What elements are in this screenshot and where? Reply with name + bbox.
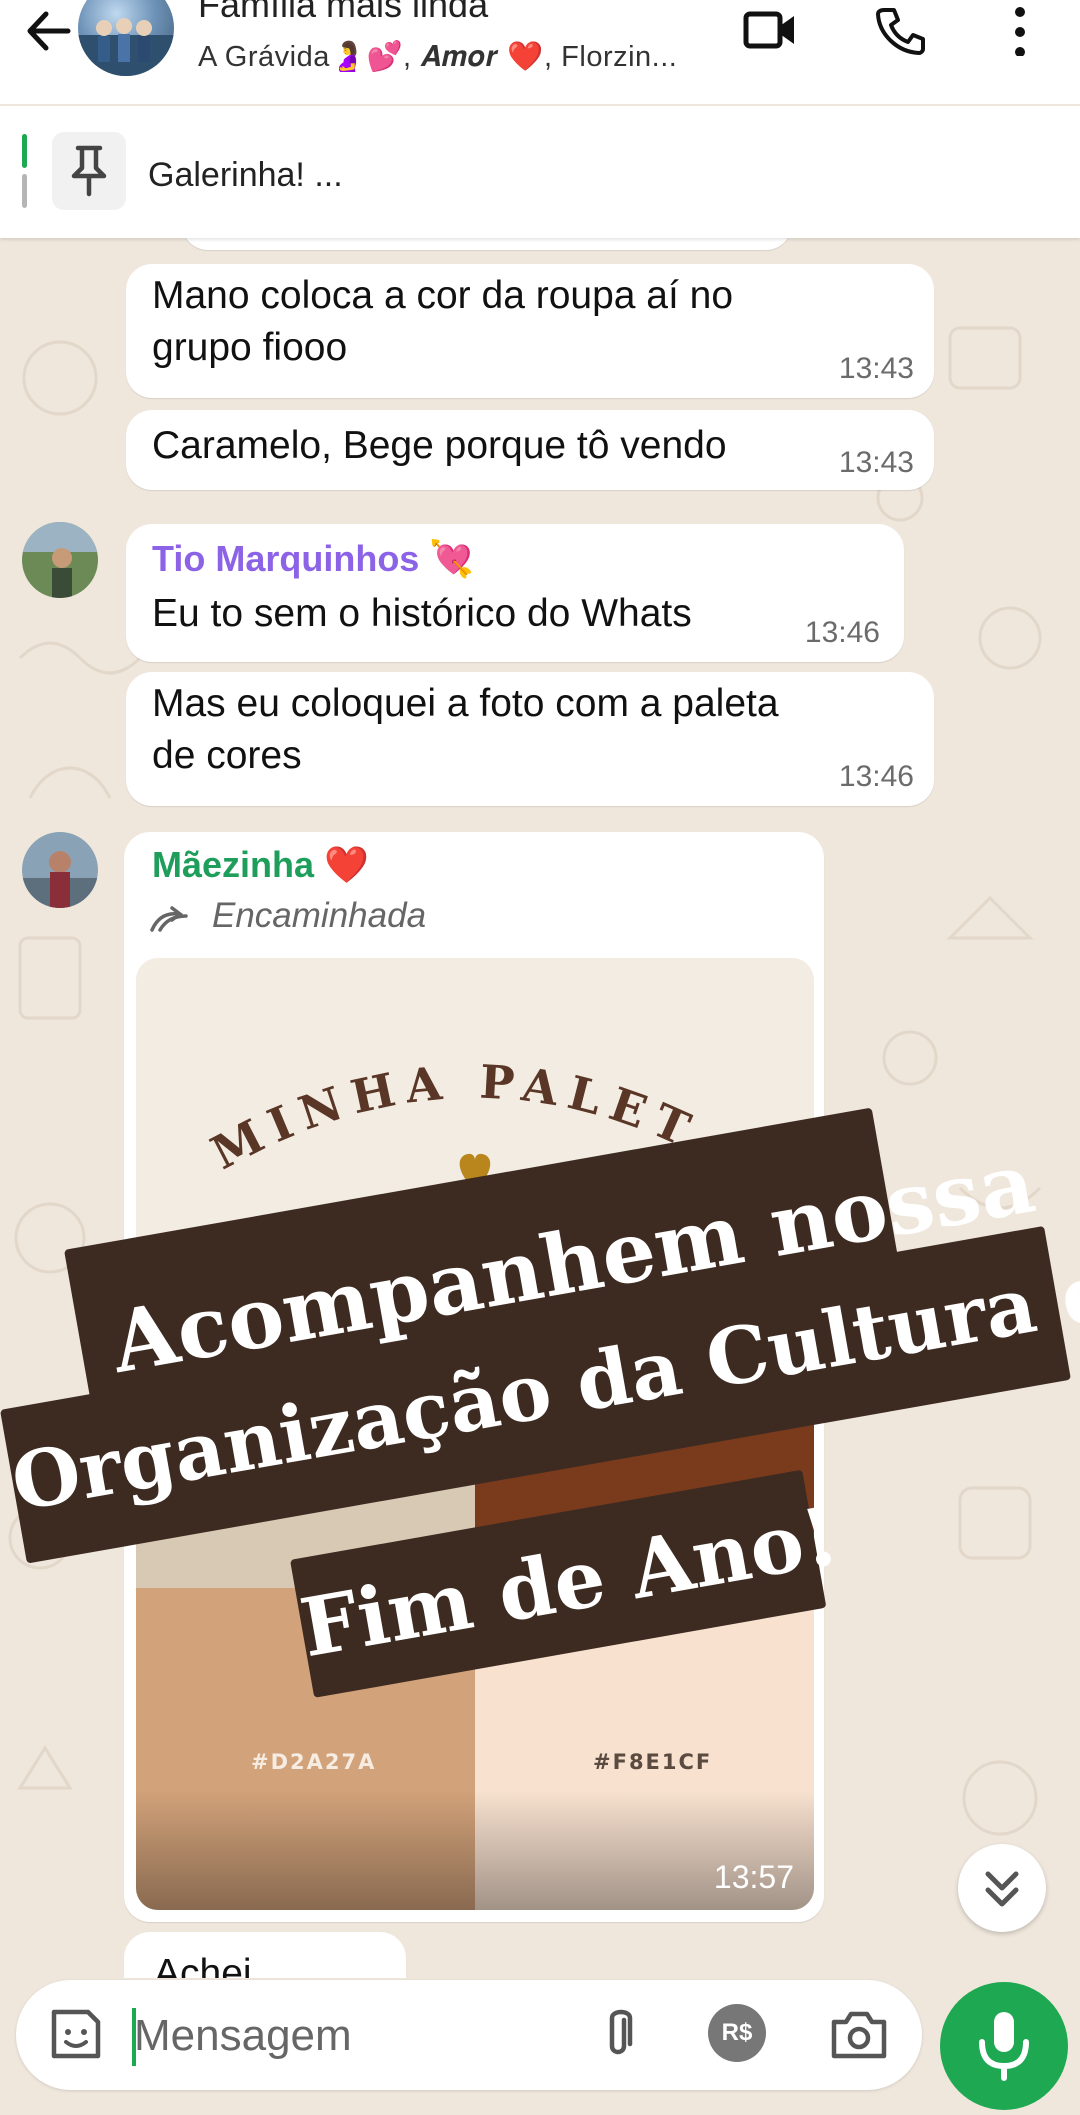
sender-avatar[interactable] [22,522,98,598]
chat-header: Família mais linda A Grávida🤰💕, 𝑨𝒎𝒐𝒓 ❤️,… [0,0,1080,104]
message-time: 13:43 [838,352,914,385]
double-chevron-down-icon [985,1871,1019,1907]
message-bubble[interactable]: Achei [124,1932,406,1978]
pin-indicator [22,134,28,210]
sticker-icon[interactable] [44,2004,106,2066]
message-text: Mas eu coloquei a foto com a paleta [152,682,779,725]
voice-call-icon[interactable] [870,4,930,56]
chat-area[interactable]: Mano coloca a cor da roupa aí no grupo f… [0,238,1080,1978]
swatch-brown [475,1268,814,1588]
swatch-beige [136,1268,475,1588]
message-bubble[interactable]: Caramelo, Bege porque tô vendo 13:43 [126,410,934,490]
voice-record-button[interactable] [940,1982,1068,2110]
group-avatar[interactable] [78,0,174,76]
sender-name[interactable]: Mãezinha ❤️ [152,844,369,886]
group-members[interactable]: A Grávida🤰💕, 𝑨𝒎𝒐𝒓 ❤️, Florzin... [198,40,677,74]
pinned-message-bar[interactable]: Galerinha! ... [0,106,1080,238]
message-time: 13:46 [838,760,914,793]
swatch-hex-label: #D2A27A [251,1750,377,1774]
pin-icon-container [52,132,126,210]
message-time: 13:46 [804,616,880,649]
pinned-text: Galerinha! ... [148,156,343,194]
message-text: Mano coloca a cor da roupa aí no [152,274,734,317]
microphone-icon [979,2012,1029,2081]
sender-name[interactable]: Tio Marquinhos 💘 [152,538,474,580]
message-text: grupo fiooo [152,326,348,369]
palette-title-art: MINHA PALETA [136,958,704,1190]
image-shade [136,1790,814,1910]
message-bubble[interactable]: Tio Marquinhos 💘 Eu to sem o histórico d… [126,524,904,662]
message-text: Caramelo, Bege porque tô vendo [152,424,727,467]
palette-title: MINHA PALETA [136,958,694,1180]
swatch-hex-label: #F8E1CF [593,1750,713,1774]
message-text: Eu to sem o histórico do Whats [152,592,692,635]
forwarded-label: Encaminhada [212,896,427,935]
message-bubble[interactable]: Mano coloca a cor da roupa aí no grupo f… [126,264,934,398]
message-text: de cores [152,734,302,777]
video-call-icon[interactable] [740,4,800,56]
message-time: 13:57 [713,1859,794,1895]
payment-icon[interactable]: R$ [708,2004,766,2062]
pin-icon [71,145,107,197]
message-text: Achei [154,1952,252,1978]
scroll-to-bottom-button[interactable] [958,1844,1046,1932]
camera-icon[interactable] [828,2004,890,2066]
message-composer: R$ [16,1980,922,2090]
heart-icon [459,1153,491,1190]
message-bubble[interactable]: Mas eu coloquei a foto com a paleta de c… [126,672,934,806]
more-options-icon[interactable] [998,4,1058,56]
svg-text:MINHA PALETA: MINHA PALETA [136,958,704,1180]
group-name[interactable]: Família mais linda [198,0,488,26]
message-bubble[interactable] [182,238,792,250]
message-input[interactable] [132,2002,606,2070]
attach-icon[interactable] [586,2004,648,2066]
message-time: 13:43 [838,446,914,479]
sender-avatar[interactable] [22,832,98,908]
back-arrow-icon[interactable] [18,4,78,56]
shared-image[interactable]: MINHA PALETA #D2A27A #F8E1CF 13:57 [136,958,814,1910]
forwarded-icon [150,906,188,932]
